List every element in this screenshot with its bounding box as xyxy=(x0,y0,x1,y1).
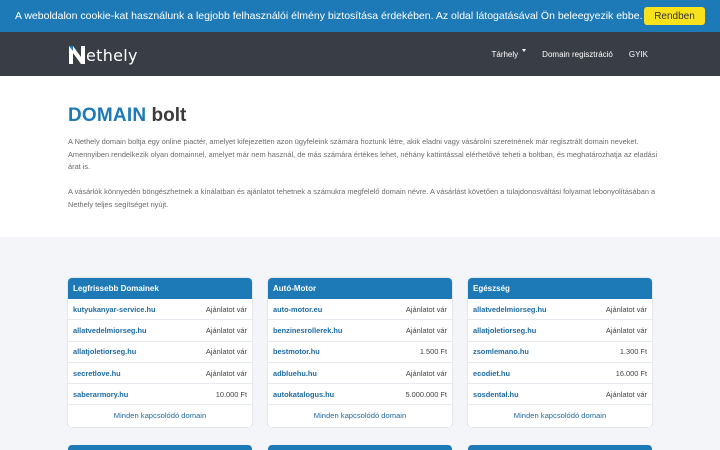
domain-price: Ajánlatot vár xyxy=(605,389,647,399)
domain-link[interactable]: allatvedelmiorseg.hu xyxy=(473,305,547,314)
nav-item-gyik[interactable]: GYIK xyxy=(629,50,648,59)
nav-menu: Tárhely Domain regisztráció GYIK xyxy=(475,32,648,76)
nav-item-label: Tárhely xyxy=(491,49,519,59)
domain-row[interactable]: benzinesrollerek.hu Ajánlatot vár xyxy=(268,320,452,342)
domain-card-next-header xyxy=(268,445,452,450)
domain-row[interactable]: autokatalogus.hu 5.000.000 Ft xyxy=(268,384,452,406)
domain-price: Ajánlatot vár xyxy=(205,368,247,378)
intro-section: DOMAIN bolt A Nethely domain boltja egy … xyxy=(0,76,720,237)
caret-down-icon xyxy=(522,48,527,52)
card-title: Egészség xyxy=(468,278,652,299)
intro-paragraph-1: A Nethely domain boltja egy online piact… xyxy=(68,137,658,171)
domain-row[interactable]: ecodiet.hu 16.000 Ft xyxy=(468,363,652,385)
all-related-domains-link[interactable]: Minden kapcsolódó domain xyxy=(468,405,652,426)
domain-price: Ajánlatot vár xyxy=(605,304,647,314)
card-title: Legfrissebb Domainek xyxy=(68,278,252,299)
domain-price: 1.500 Ft xyxy=(419,347,447,357)
cookie-text: A weboldalon cookie-kat használunk a leg… xyxy=(15,10,643,22)
domain-row[interactable]: kutyukanyar-service.hu Ajánlatot vár xyxy=(68,299,252,321)
domain-row[interactable]: bestmotor.hu 1.500 Ft xyxy=(268,342,452,363)
domain-row[interactable]: saberarmory.hu 10.000 Ft xyxy=(68,384,252,406)
domain-link[interactable]: kutyukanyar-service.hu xyxy=(73,305,156,314)
domain-link[interactable]: allatjoletiorseg.hu xyxy=(473,326,536,335)
card-title: Autó-Motor xyxy=(268,278,452,299)
logo-n-icon xyxy=(69,46,85,64)
domain-price: Ajánlatot vár xyxy=(205,325,247,335)
domain-link[interactable]: zsomlemano.hu xyxy=(473,347,529,356)
page-title-rest: bolt xyxy=(151,105,187,126)
page-title: DOMAIN bolt xyxy=(68,105,186,127)
domain-row[interactable]: allatvedelmiorseg.hu Ajánlatot vár xyxy=(68,320,252,342)
domain-link[interactable]: secretlove.hu xyxy=(73,369,121,378)
domain-price: Ajánlatot vár xyxy=(405,368,447,378)
nav-item-label: Domain regisztráció xyxy=(542,49,613,59)
navbar: ethely Tárhely Domain regisztráció GYIK xyxy=(0,32,720,76)
intro-paragraph-2: A vásárlók könnyedén böngészhetnek a kín… xyxy=(68,187,656,209)
domain-card-auto-motor: Autó-Motor auto-motor.eu Ajánlatot vár be… xyxy=(268,278,452,427)
domain-link[interactable]: autokatalogus.hu xyxy=(273,390,334,399)
domain-cards: Legfrissebb Domainek kutyukanyar-service… xyxy=(0,237,720,450)
domain-card-next-header xyxy=(468,445,652,450)
logo[interactable]: ethely xyxy=(68,44,138,66)
domain-link[interactable]: adbluehu.hu xyxy=(273,369,317,378)
logo-text: ethely xyxy=(86,45,138,65)
nav-item-domain-registration[interactable]: Domain regisztráció xyxy=(542,50,613,59)
cookie-bar: A weboldalon cookie-kat használunk a leg… xyxy=(0,0,720,32)
domain-link[interactable]: bestmotor.hu xyxy=(273,347,320,356)
domain-link[interactable]: allatjoletiorseg.hu xyxy=(73,347,136,356)
domain-link[interactable]: saberarmory.hu xyxy=(73,390,128,399)
domain-card-health: Egészség allatvedelmiorseg.hu Ajánlatot v… xyxy=(468,278,652,427)
domain-card-latest: Legfrissebb Domainek kutyukanyar-service… xyxy=(68,278,252,427)
domain-row[interactable]: adbluehu.hu Ajánlatot vár xyxy=(268,363,452,385)
domain-price: 10.000 Ft xyxy=(215,389,247,399)
domain-row[interactable]: sosdental.hu Ajánlatot vár xyxy=(468,384,652,406)
domain-link[interactable]: allatvedelmiorseg.hu xyxy=(73,326,147,335)
domain-row[interactable]: zsomlemano.hu 1.300 Ft xyxy=(468,342,652,363)
domain-link[interactable]: benzinesrollerek.hu xyxy=(273,326,342,335)
domain-link[interactable]: sosdental.hu xyxy=(473,390,519,399)
all-related-domains-link[interactable]: Minden kapcsolódó domain xyxy=(268,405,452,426)
domain-price: Ajánlatot vár xyxy=(605,325,647,335)
domain-card-next-header xyxy=(68,445,252,450)
domain-price: Ajánlatot vár xyxy=(405,304,447,314)
domain-price: Ajánlatot vár xyxy=(205,304,247,314)
cookie-accept-button[interactable]: Rendben xyxy=(644,7,705,25)
domain-price: Ajánlatot vár xyxy=(405,325,447,335)
domain-row[interactable]: allatvedelmiorseg.hu Ajánlatot vár xyxy=(468,299,652,321)
domain-row[interactable]: allatjoletiorseg.hu Ajánlatot vár xyxy=(68,342,252,363)
nav-item-label: GYIK xyxy=(628,49,648,59)
domain-row[interactable]: auto-motor.eu Ajánlatot vár xyxy=(268,299,452,321)
domain-row[interactable]: secretlove.hu Ajánlatot vár xyxy=(68,363,252,385)
page-title-highlight: DOMAIN xyxy=(68,105,147,126)
domain-price: 5.000.000 Ft xyxy=(405,389,447,399)
domain-link[interactable]: ecodiet.hu xyxy=(473,369,510,378)
domain-price: Ajánlatot vár xyxy=(205,347,247,357)
all-related-domains-link[interactable]: Minden kapcsolódó domain xyxy=(68,405,252,426)
nav-item-tarhely[interactable]: Tárhely xyxy=(491,48,527,59)
domain-price: 16.000 Ft xyxy=(615,368,647,378)
domain-row[interactable]: allatjoletiorseg.hu Ajánlatot vár xyxy=(468,320,652,342)
domain-price: 1.300 Ft xyxy=(619,347,647,357)
domain-link[interactable]: auto-motor.eu xyxy=(273,305,322,314)
